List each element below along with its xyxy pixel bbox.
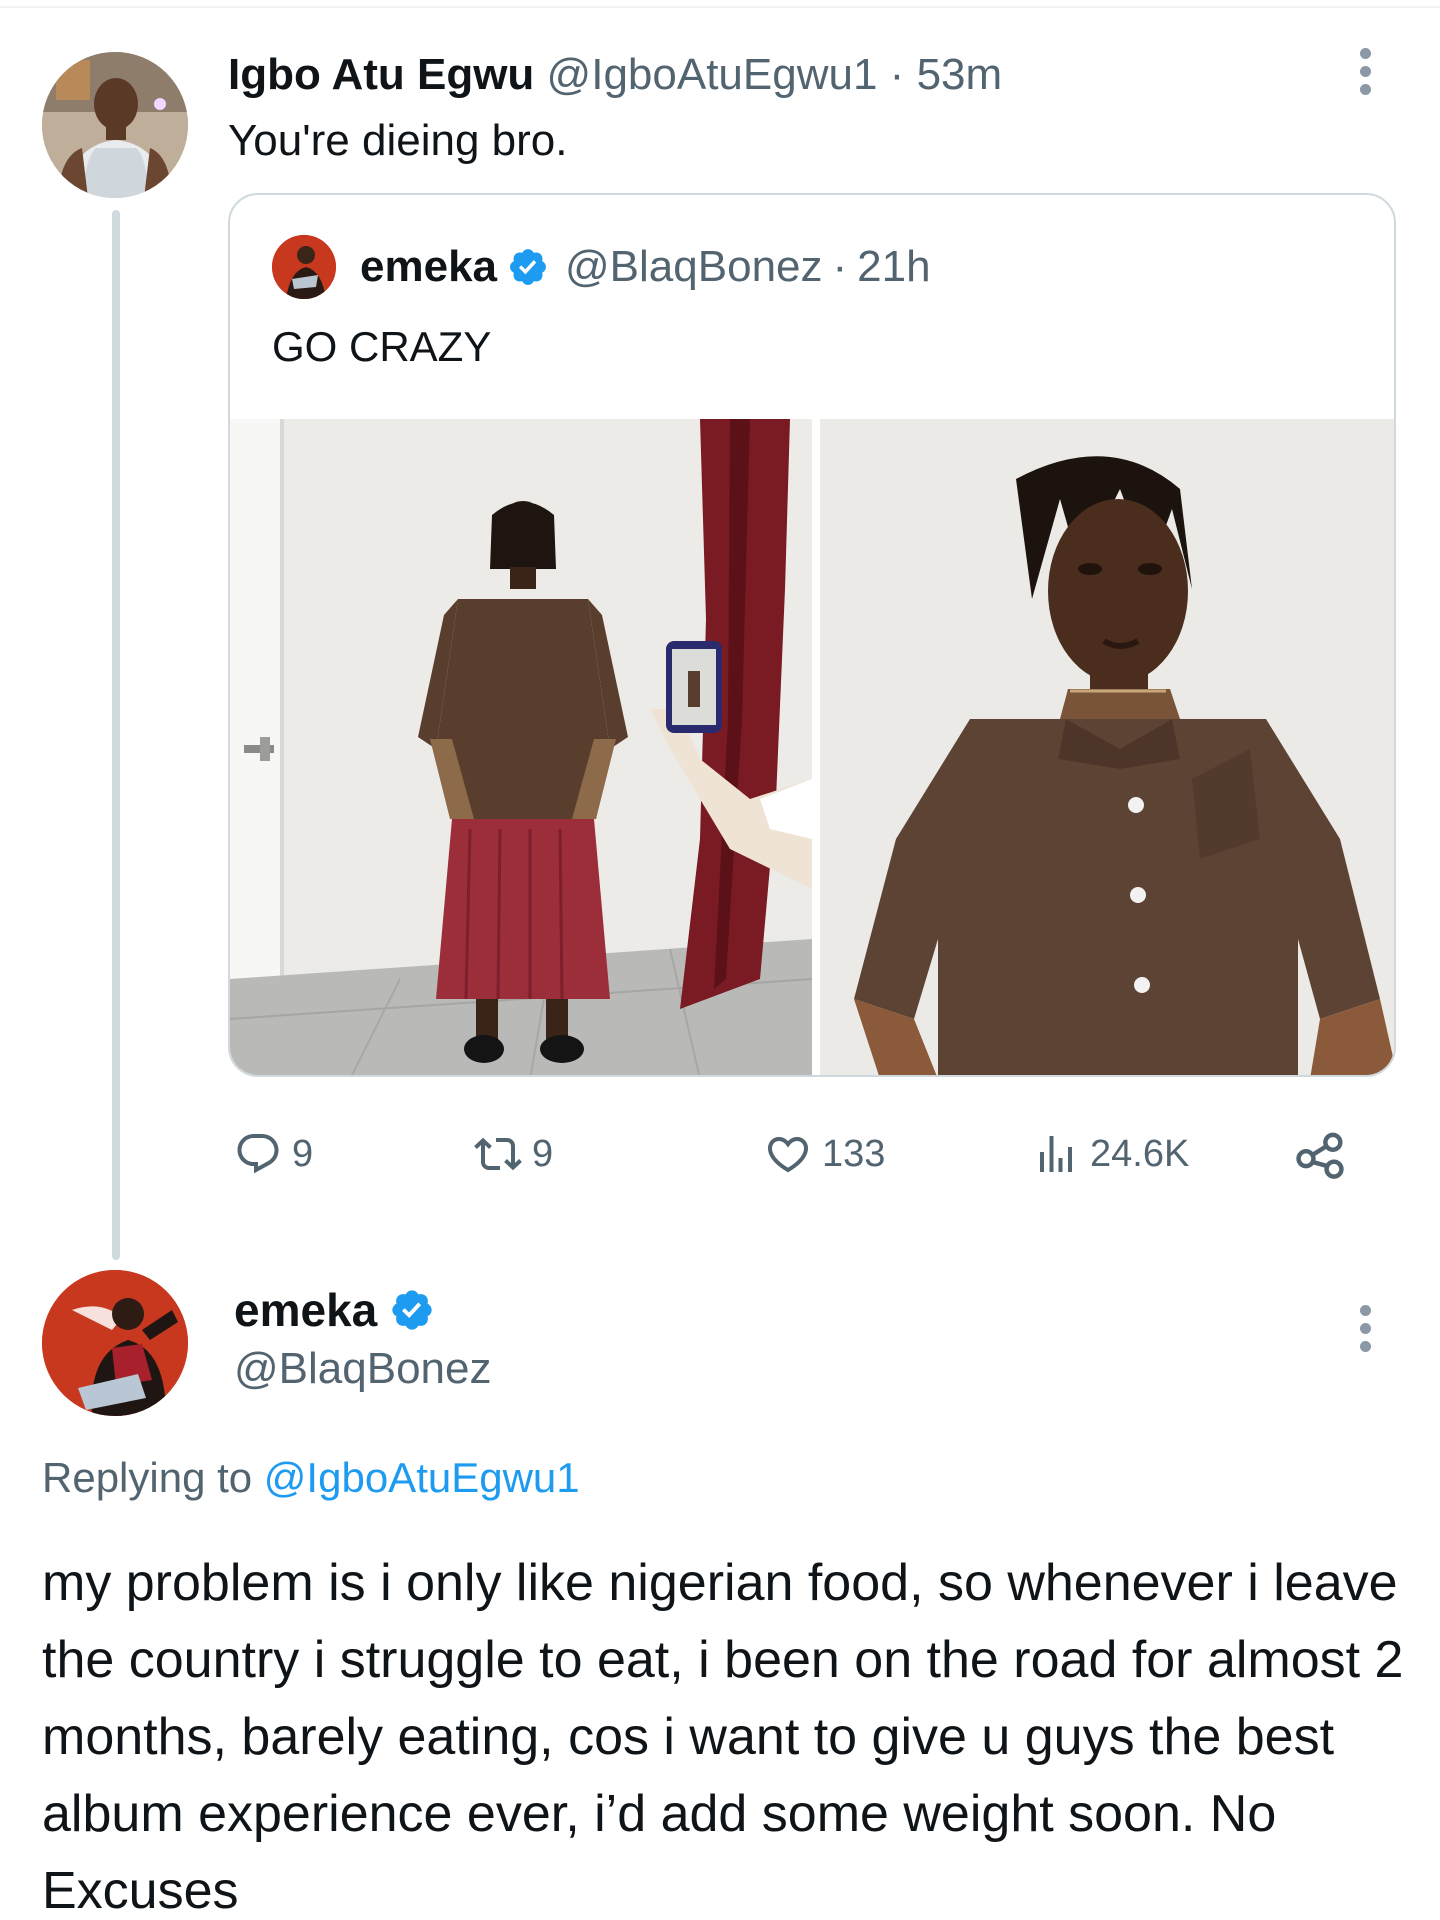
like-button[interactable]: 133 (764, 1124, 885, 1184)
author-handle[interactable]: @BlaqBonez (234, 1343, 492, 1395)
views-count: 24.6K (1090, 1132, 1190, 1175)
share-icon (1296, 1132, 1344, 1179)
tweet-actions: 9 9 133 24.6K (228, 1124, 1396, 1184)
timestamp[interactable]: 21h (857, 241, 930, 293)
author-name[interactable]: emeka (234, 1283, 377, 1337)
quoted-tweet-header: emeka @BlaqBonez · 21h (360, 241, 931, 293)
reply-button[interactable]: 9 (234, 1124, 313, 1184)
quoted-tweet-text: GO CRAZY (272, 323, 492, 370)
tweet-photo[interactable] (820, 419, 1394, 1075)
tweet-text: my problem is i only like nigerian food,… (42, 1554, 1404, 1920)
author-name[interactable]: emeka (360, 241, 497, 293)
views-icon (1040, 1136, 1072, 1172)
more-icon[interactable] (1358, 1305, 1372, 1352)
reply-icon (237, 1134, 279, 1174)
replying-to-mention[interactable]: @IgboAtuEgwu1 (264, 1454, 580, 1501)
avatar[interactable] (272, 235, 336, 299)
thread-line (112, 210, 120, 1260)
heart-icon (767, 1137, 809, 1173)
separator: · (832, 242, 848, 291)
author-handle[interactable]: @IgboAtuEgwu1 (547, 50, 878, 99)
retweet-count: 9 (532, 1132, 554, 1175)
separator: · (889, 50, 905, 99)
timestamp[interactable]: 53m (917, 50, 1003, 99)
retweet-icon (474, 1137, 522, 1171)
reply-count: 9 (292, 1132, 314, 1175)
replying-to-label: Replying to (42, 1454, 253, 1501)
tweet-photo[interactable] (230, 419, 812, 1075)
tweet-header: Igbo Atu Egwu @IgboAtuEgwu1 · 53m (228, 50, 1002, 100)
reply-author: emeka (234, 1283, 451, 1337)
avatar[interactable] (42, 1270, 188, 1416)
retweet-button[interactable]: 9 (474, 1124, 553, 1184)
divider (0, 6, 1440, 8)
verified-badge-icon (510, 249, 546, 285)
more-icon[interactable] (1358, 48, 1372, 95)
views-button[interactable]: 24.6K (1032, 1124, 1189, 1184)
quoted-tweet-card[interactable]: emeka @BlaqBonez · 21h GO CRAZY (228, 193, 1396, 1077)
replying-to: Replying to @IgboAtuEgwu1 (42, 1452, 580, 1504)
verified-badge-icon (392, 1290, 432, 1330)
author-handle[interactable]: @BlaqBonez (565, 241, 823, 293)
share-button[interactable] (1292, 1124, 1348, 1184)
like-count: 133 (822, 1132, 886, 1175)
tweet-text: You're dieing bro. (228, 116, 568, 165)
author-name[interactable]: Igbo Atu Egwu (228, 50, 534, 99)
avatar[interactable] (42, 52, 188, 198)
